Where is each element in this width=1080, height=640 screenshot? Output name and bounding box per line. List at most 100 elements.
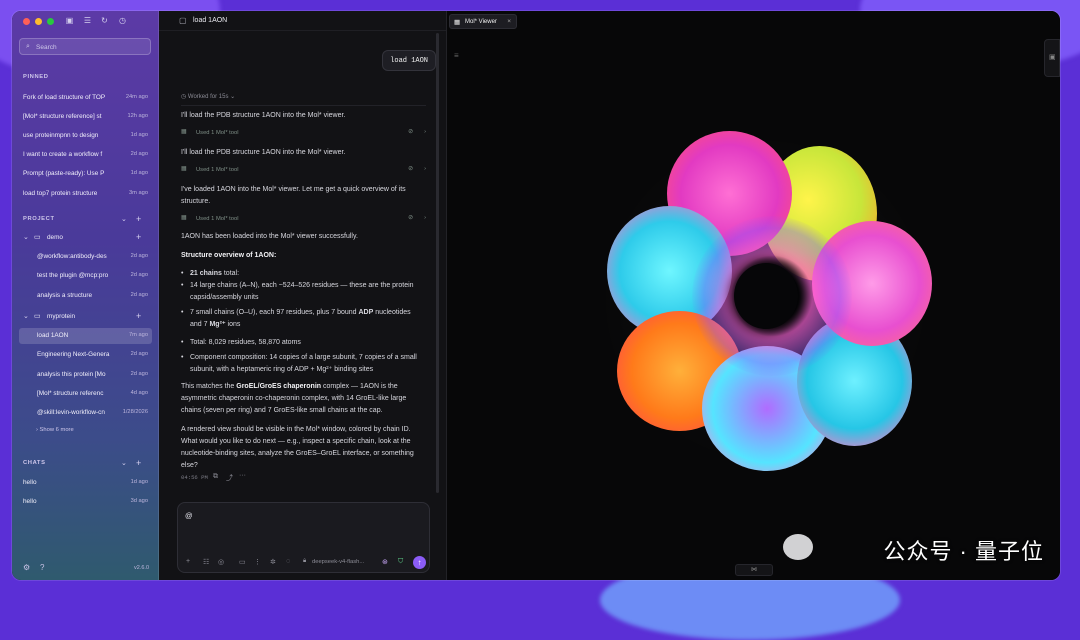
message-timestamp: 04:56 PM [181,474,208,481]
hamburger-icon[interactable]: ≡ [454,51,459,60]
item-time: 1d ago [130,132,148,138]
item-label: Prompt (paste-ready): Use P [23,170,105,177]
list-icon[interactable]: ☰ [83,16,92,25]
item-time: 2d ago [130,253,148,259]
assistant-message: I've loaded 1AON into the Mol* viewer. L… [181,186,406,205]
project-item[interactable]: [Mol* structure referenc 4d ago [19,386,152,402]
add-chat-icon[interactable]: + [136,459,141,468]
item-time: 24m ago [125,94,148,100]
folder-myprotein[interactable]: ⌄ ▭ myprotein + [19,309,152,325]
project-item[interactable]: @skill:levin-workflow-cn 1/28/2026 [19,405,152,421]
list-item: Total: 8,029 residues, 58,870 atoms [181,337,421,349]
add-item-icon[interactable]: + [136,312,141,321]
more-icon[interactable]: ··· [239,472,246,479]
chevron-down-icon: ⌄ [23,313,29,320]
add-item-icon[interactable]: + [136,233,141,242]
assistant-message: 1AON has been loaded into the Mol* viewe… [181,233,358,240]
menu-icon[interactable]: ⋮ [254,558,261,566]
model-selector[interactable]: deepseek-v4-flash... [312,559,364,565]
chat-item[interactable]: hello 3d ago [19,494,152,510]
item-time: 2d ago [130,272,148,278]
sidebar-toggle-icon[interactable]: ▣ [65,16,74,25]
tool-icon: ▦ [181,215,187,221]
tool-icon: ▦ [181,129,187,135]
item-label: Engineering Next-Genera [37,351,110,358]
add-icon[interactable]: + [186,558,190,565]
refresh-icon[interactable]: ↻ [100,16,109,25]
project-item[interactable]: analysis a structure 2d ago [19,288,152,304]
list-item: 14 large chains (A–N), each ~524–526 res… [181,280,421,304]
tool-call-row[interactable]: ▦ Used 1 Mol* tool ⊘ › [181,129,426,141]
divider [181,105,426,106]
assistant-message: I'll load the PDB structure 1AON into th… [181,149,346,156]
chevron-down-icon[interactable]: ⌄ [121,215,127,223]
chevron-right-icon: › [424,129,426,135]
item-label: hello [23,479,37,486]
clock-icon: ◷ [181,94,188,100]
project-item[interactable]: test the plugin @mcp:pro 2d ago [19,268,152,284]
project-heading: PROJECT [23,216,55,222]
share-icon[interactable]: ⤴ [226,473,233,483]
history-icon[interactable]: ◷ [118,16,127,25]
minimize-window-button[interactable] [35,18,42,25]
search-box[interactable]: ⌕ [19,38,151,55]
chevron-right-icon: › [424,166,426,172]
chevron-down-icon[interactable]: ⌄ [121,459,127,467]
tab-molstar-viewer[interactable]: ▦ Mol* Viewer × [449,14,517,29]
collapse-icon: ⋈ [751,567,757,573]
status-check-icon: ⊘ [408,215,413,221]
show-more-link[interactable]: › Show 6 more [36,427,74,433]
item-time: 12h ago [127,113,148,119]
plugin-icon[interactable]: ✲ [270,558,276,566]
help-icon[interactable]: ? [40,563,44,572]
project-item[interactable]: @workflow:antibody-des 2d ago [19,249,152,265]
item-label: load top7 protein structure [23,190,98,197]
close-window-button[interactable] [23,18,30,25]
pinned-item[interactable]: [Mol* structure reference] st 12h ago [19,109,152,125]
chat-item[interactable]: hello 1d ago [19,475,152,491]
search-input[interactable] [36,41,146,53]
globe-icon[interactable]: ◎ [218,558,224,566]
pinned-item[interactable]: load top7 protein structure 3m ago [19,186,152,202]
tool-call-row[interactable]: ▦ Used 1 Mol* tool ⊘ › [181,166,426,178]
folder-demo[interactable]: ⌄ ▭ demo + [19,230,152,246]
overview-list: 21 chains total: 14 large chains (A–N), … [181,268,421,376]
copy-icon[interactable]: ⧉ [213,473,218,481]
maximize-window-button[interactable] [47,18,54,25]
composer[interactable]: @ + ☷ ◎ ▭ ⋮ ✲ ◌ 🔒︎ deepseek-v4-flash... … [177,502,430,573]
chat-title: load 1AON [193,17,228,24]
chat-scrollbar[interactable] [436,33,439,493]
tab-label: Mol* Viewer [465,19,497,25]
loading-icon[interactable]: ◌ [286,558,290,565]
list-item: 7 small chains (O–U), each 97 residues, … [181,307,421,331]
right-panel-toggle[interactable]: ▣ [1044,39,1060,77]
item-label: @skill:levin-workflow-cn [37,409,105,416]
item-label: hello [23,498,37,505]
composer-input[interactable]: @ [185,511,193,520]
chat-bubble-icon: ▢ [179,16,187,25]
pinned-item[interactable]: I want to create a workflow f 2d ago [19,147,152,163]
pinned-item[interactable]: Fork of load structure of TOP 24m ago [19,90,152,106]
add-project-icon[interactable]: + [136,215,141,224]
folder-icon[interactable]: ▭ [239,558,246,566]
project-item[interactable]: analysis this protein [Mo 2d ago [19,367,152,383]
item-time: 2d ago [130,292,148,298]
project-item-active[interactable]: load 1AON 7m ago [19,328,152,344]
tool-label: Used 1 Mol* tool [196,167,239,173]
chats-heading: CHATS [23,460,46,466]
collapse-toggle[interactable]: ⋈ [735,564,773,576]
list-text: Total: 8,029 residues, 58,870 atoms [190,339,301,346]
pinned-item[interactable]: Prompt (paste-ready): Use P 1d ago [19,166,152,182]
close-tab-icon[interactable]: × [507,18,511,25]
tool-call-row[interactable]: ▦ Used 1 Mol* tool ⊘ › [181,215,426,227]
list-icon[interactable]: ☷ [203,558,209,566]
shield-icon[interactable]: ⛉ [398,558,403,566]
molecule-render[interactable] [597,121,932,478]
settings-icon[interactable]: ⚙ [23,563,30,572]
project-item[interactable]: Engineering Next-Genera 2d ago [19,347,152,363]
send-button[interactable]: ↑ [413,556,426,569]
worked-for-status[interactable]: ◷ Worked for 15s ⌄ [181,93,235,100]
pinned-item[interactable]: use proteinmpnn to design 1d ago [19,128,152,144]
panel-icon: ▣ [1049,54,1056,61]
brain-icon[interactable]: ⊛ [382,558,388,566]
